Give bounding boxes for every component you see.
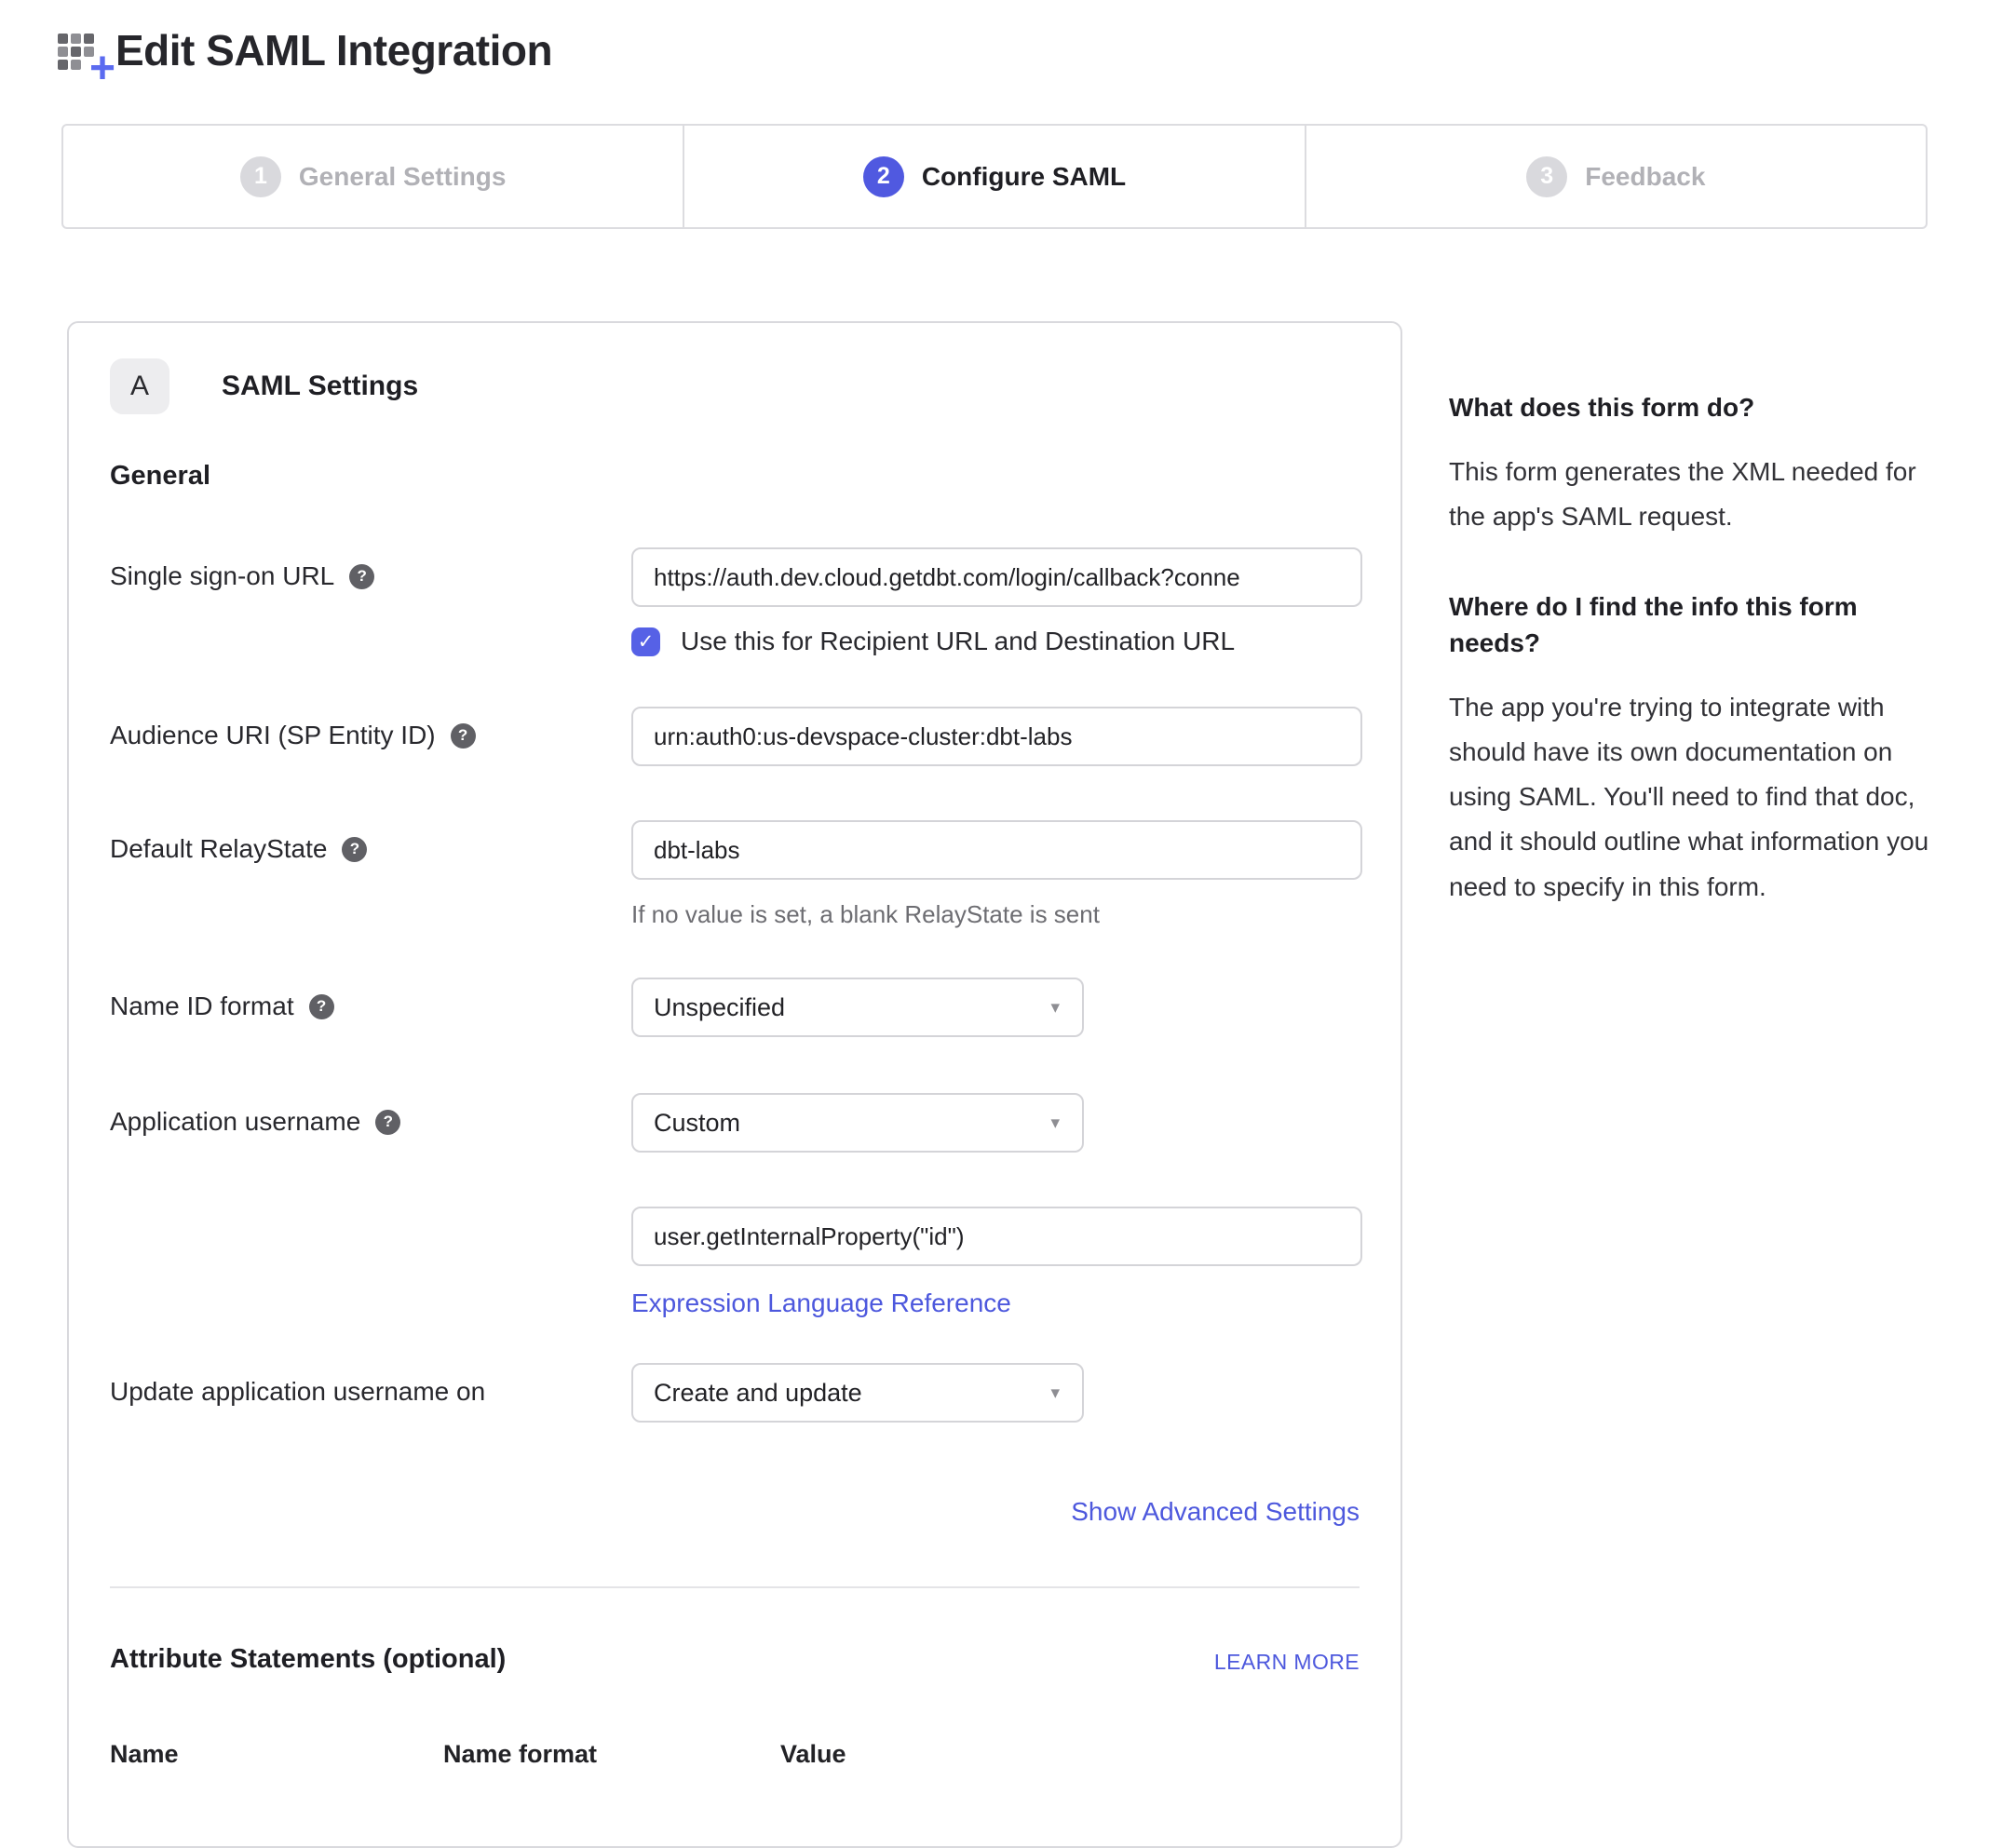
name-id-format-label-group: Name ID format ?	[110, 978, 631, 1021]
plus-icon: +	[89, 47, 115, 91]
relay-state-hint: If no value is set, a blank RelayState i…	[631, 900, 1362, 929]
step-1-label: General Settings	[299, 162, 507, 192]
custom-expression-input[interactable]	[631, 1207, 1362, 1266]
step-2-label: Configure SAML	[922, 162, 1126, 192]
name-id-format-select[interactable]: Unspecified ▾	[631, 978, 1084, 1037]
column-header-value: Value	[780, 1740, 1360, 1769]
advanced-settings-row: Show Advanced Settings	[110, 1497, 1360, 1527]
attribute-statements-title: Attribute Statements (optional)	[110, 1644, 506, 1675]
custom-expression-row: Expression Language Reference	[110, 1207, 1360, 1318]
step-3-circle: 3	[1526, 156, 1567, 197]
app-username-label: Application username	[110, 1107, 360, 1137]
show-advanced-settings-link[interactable]: Show Advanced Settings	[1071, 1497, 1360, 1526]
name-id-format-value: Unspecified	[654, 993, 785, 1022]
update-username-row: Update application username on Create an…	[110, 1363, 1360, 1423]
help-icon[interactable]: ?	[375, 1110, 400, 1135]
saml-settings-panel: A SAML Settings General Single sign-on U…	[67, 321, 1402, 1848]
page-title: Edit SAML Integration	[115, 25, 552, 75]
panel-title: SAML Settings	[222, 371, 418, 402]
audience-uri-label: Audience URI (SP Entity ID)	[110, 721, 436, 750]
chevron-down-icon: ▾	[1050, 1113, 1060, 1134]
recipient-url-checkbox-row: ✓ Use this for Recipient URL and Destina…	[631, 627, 1362, 656]
section-divider	[110, 1586, 1360, 1588]
update-username-label-group: Update application username on	[110, 1363, 631, 1407]
custom-expression-label-spacer	[110, 1207, 631, 1221]
step-general-settings[interactable]: 1 General Settings	[63, 126, 683, 227]
sso-url-input[interactable]	[631, 547, 1362, 607]
column-header-name-format: Name format	[443, 1740, 780, 1769]
relay-state-field-group: If no value is set, a blank RelayState i…	[631, 820, 1362, 929]
app-username-label-group: Application username ?	[110, 1093, 631, 1137]
step-feedback[interactable]: 3 Feedback	[1305, 126, 1926, 227]
help-icon[interactable]: ?	[349, 564, 374, 589]
relay-state-input[interactable]	[631, 820, 1362, 880]
app-username-select[interactable]: Custom ▾	[631, 1093, 1084, 1153]
step-1-circle: 1	[240, 156, 281, 197]
step-3-label: Feedback	[1585, 162, 1705, 192]
sso-url-label: Single sign-on URL	[110, 561, 334, 591]
audience-uri-row: Audience URI (SP Entity ID) ?	[110, 707, 1360, 766]
sidebar-question-2: Where do I find the info this form needs…	[1449, 588, 1939, 661]
name-id-format-row: Name ID format ? Unspecified ▾	[110, 978, 1360, 1037]
help-icon[interactable]: ?	[342, 837, 367, 862]
step-2-circle: 2	[863, 156, 904, 197]
attribute-statements-header: Attribute Statements (optional) LEARN MO…	[110, 1644, 1360, 1675]
relay-state-label-group: Default RelayState ?	[110, 820, 631, 864]
page-header: + Edit SAML Integration	[56, 24, 552, 76]
learn-more-link[interactable]: LEARN MORE	[1214, 1650, 1360, 1675]
panel-header: A SAML Settings	[110, 358, 1360, 414]
update-username-select[interactable]: Create and update ▾	[631, 1363, 1084, 1423]
sso-url-row: Single sign-on URL ? ✓ Use this for Reci…	[110, 547, 1360, 656]
app-grid-plus-icon: +	[56, 24, 108, 76]
sidebar-answer-1: This form generates the XML needed for t…	[1449, 450, 1939, 539]
general-section-title: General	[110, 461, 1360, 492]
app-username-value: Custom	[654, 1109, 740, 1138]
help-sidebar: What does this form do? This form genera…	[1449, 389, 1939, 910]
step-configure-saml[interactable]: 2 Configure SAML	[683, 126, 1304, 227]
relay-state-row: Default RelayState ? If no value is set,…	[110, 820, 1360, 929]
relay-state-label: Default RelayState	[110, 834, 327, 864]
name-id-format-label: Name ID format	[110, 991, 294, 1021]
column-header-name: Name	[110, 1740, 443, 1769]
help-icon[interactable]: ?	[309, 994, 334, 1019]
attribute-statements-column-headers: Name Name format Value	[110, 1740, 1360, 1769]
update-username-label: Update application username on	[110, 1377, 485, 1407]
recipient-url-checkbox-label: Use this for Recipient URL and Destinati…	[681, 627, 1235, 656]
chevron-down-icon: ▾	[1050, 1383, 1060, 1404]
audience-uri-input[interactable]	[631, 707, 1362, 766]
wizard-stepper: 1 General Settings 2 Configure SAML 3 Fe…	[61, 124, 1928, 229]
sso-url-field-group: ✓ Use this for Recipient URL and Destina…	[631, 547, 1362, 656]
sidebar-question-1: What does this form do?	[1449, 389, 1939, 425]
chevron-down-icon: ▾	[1050, 997, 1060, 1018]
help-icon[interactable]: ?	[451, 723, 476, 749]
audience-uri-label-group: Audience URI (SP Entity ID) ?	[110, 707, 631, 750]
sidebar-answer-2: The app you're trying to integrate with …	[1449, 685, 1939, 910]
update-username-value: Create and update	[654, 1379, 862, 1408]
app-username-row: Application username ? Custom ▾	[110, 1093, 1360, 1153]
custom-expression-field-group: Expression Language Reference	[631, 1207, 1362, 1318]
section-a-badge: A	[110, 358, 169, 414]
recipient-url-checkbox[interactable]: ✓	[631, 627, 660, 656]
expression-language-reference-link[interactable]: Expression Language Reference	[631, 1288, 1011, 1318]
sso-url-label-group: Single sign-on URL ?	[110, 547, 631, 591]
